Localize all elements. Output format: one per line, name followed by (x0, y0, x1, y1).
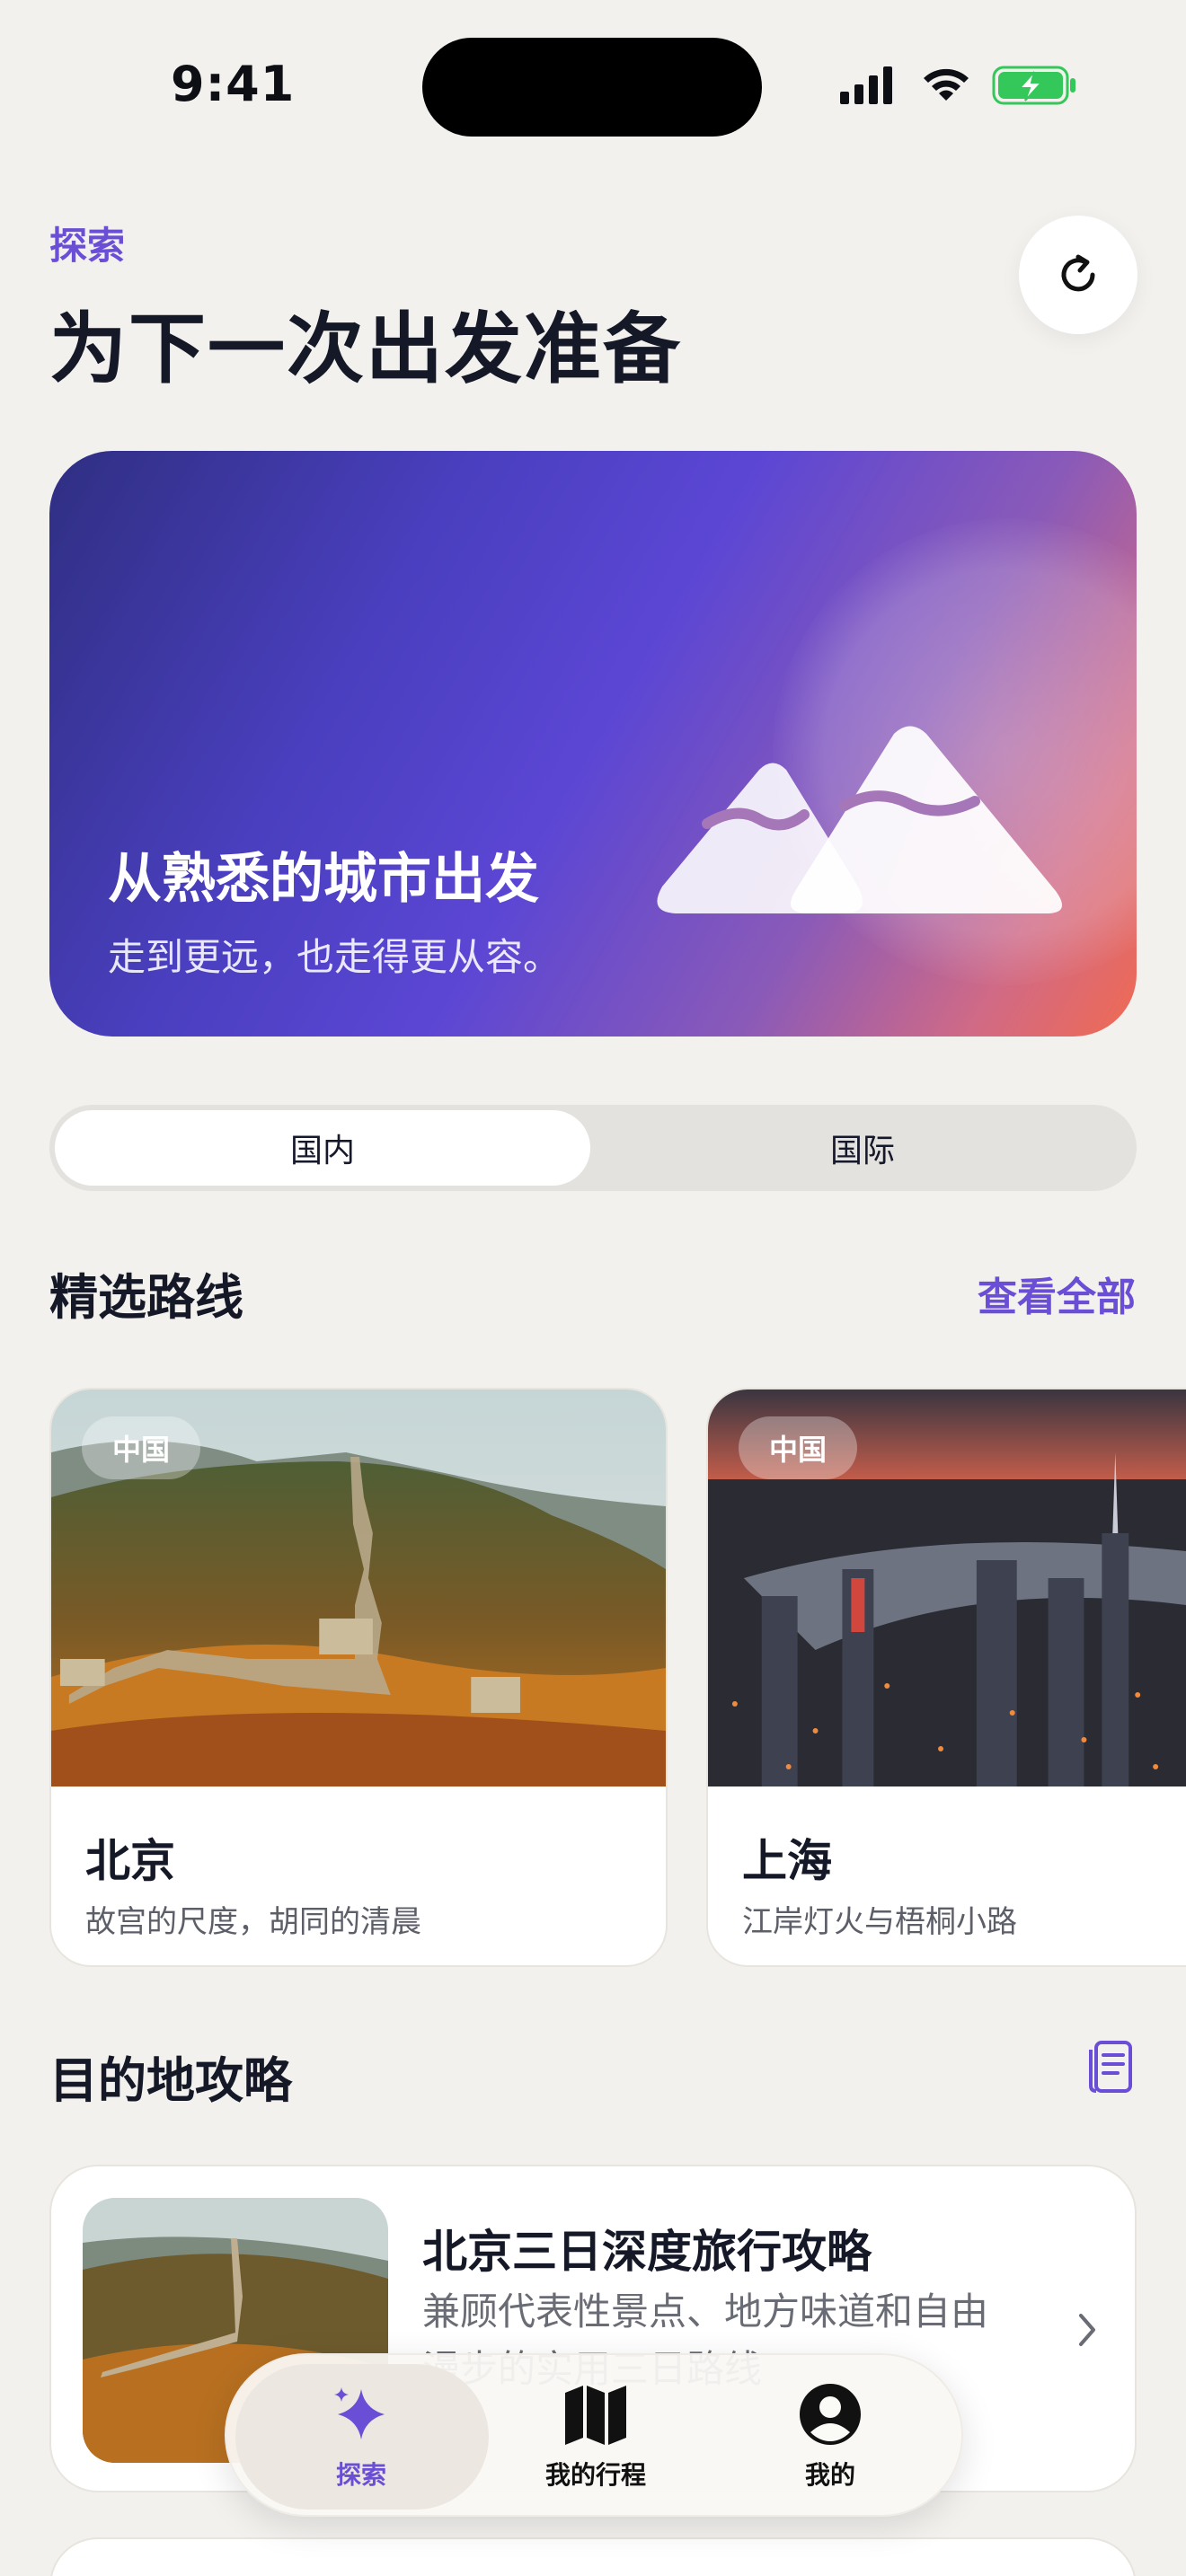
refresh-icon (1061, 254, 1095, 292)
sparkle-icon (334, 2387, 385, 2439)
see-all-link[interactable]: 查看全部 (978, 1265, 1136, 1322)
route-description: 故宫的尺度，胡同的清晨 (85, 1904, 421, 1940)
dynamic-island (422, 38, 762, 137)
section-eyebrow: 探索 (49, 224, 126, 268)
region-segmented-control: 国内 国际 (49, 1105, 1137, 1191)
tab-label: 我的行程 (544, 2460, 646, 2490)
tab-label: 探索 (335, 2460, 386, 2490)
tab-my-trips[interactable]: 我的行程 (479, 2355, 712, 2519)
tab-profile[interactable]: 我的 (713, 2355, 947, 2519)
hero-banner[interactable]: 从熟悉的城市出发 走到更远，也走得更从容。 (49, 451, 1137, 1037)
guide-title: 北京三日深度旅行攻略 (422, 2226, 872, 2278)
page-title: 为下一次出发准备 (49, 304, 682, 394)
hero-subtitle: 走到更远，也走得更从容。 (108, 935, 562, 979)
tab-bar: 探索 我的行程 我的 (225, 2353, 963, 2517)
featured-routes-title: 精选路线 (49, 1269, 243, 1326)
status-icons (840, 66, 1075, 105)
country-chip: 中国 (82, 1416, 201, 1479)
chevron-right-icon (1079, 2314, 1095, 2346)
segment-domestic[interactable]: 国内 (55, 1110, 590, 1186)
route-card-shanghai[interactable]: 中国 上海 江岸灯火与梧桐小路 (706, 1388, 1186, 1967)
cellular-signal-icon (840, 66, 892, 104)
wifi-icon (924, 68, 969, 101)
route-description: 江岸灯火与梧桐小路 (742, 1904, 1017, 1940)
battery-charging-icon (992, 66, 1075, 105)
country-chip: 中国 (739, 1416, 858, 1479)
tab-explore[interactable]: 探索 (244, 2355, 478, 2519)
route-name: 上海 (742, 1835, 832, 1887)
status-time: 9:41 (171, 56, 296, 112)
refresh-button[interactable] (1019, 216, 1137, 334)
guide-card-next[interactable] (49, 2537, 1137, 2576)
segment-international[interactable]: 国际 (594, 1110, 1131, 1186)
guide-book-icon[interactable] (1087, 2039, 1134, 2095)
route-name: 北京 (85, 1835, 175, 1887)
mountains-icon (657, 726, 1063, 913)
tab-label: 我的 (804, 2460, 855, 2490)
map-icon (565, 2386, 626, 2445)
destination-guides-title: 目的地攻略 (49, 2052, 292, 2109)
route-card-beijing[interactable]: 中国 北京 故宫的尺度，胡同的清晨 (49, 1388, 668, 1967)
profile-icon (800, 2384, 861, 2445)
hero-title: 从熟悉的城市出发 (108, 848, 539, 911)
